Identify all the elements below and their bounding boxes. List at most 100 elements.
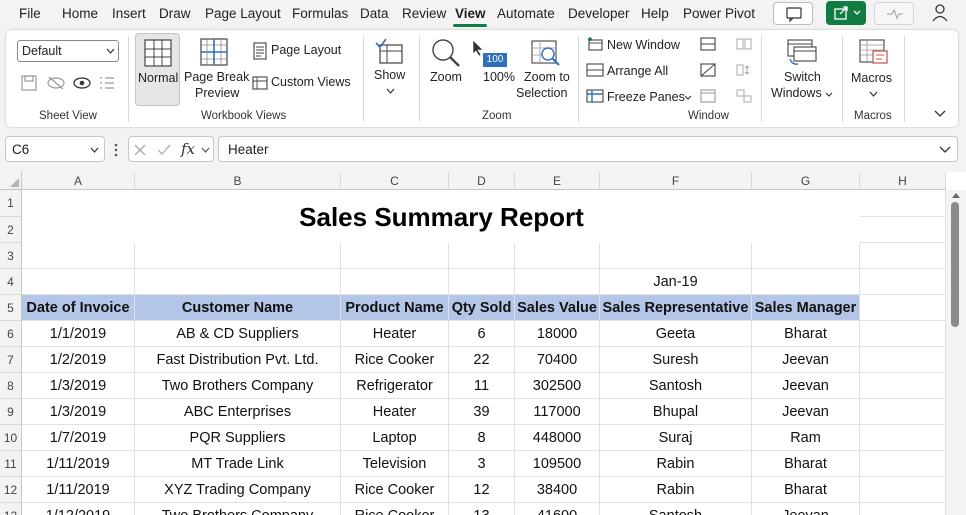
row-header-10[interactable]: 10 bbox=[0, 425, 22, 451]
data-cell[interactable]: Jeevan bbox=[752, 503, 860, 515]
data-cell[interactable]: 1/3/2019 bbox=[22, 399, 135, 425]
data-cell[interactable]: 1/2/2019 bbox=[22, 347, 135, 373]
data-cell[interactable]: MT Trade Link bbox=[135, 451, 341, 477]
tab-developer[interactable]: Developer bbox=[568, 6, 630, 21]
report-title[interactable]: Sales Summary Report bbox=[22, 191, 861, 243]
data-cell[interactable]: Geeta bbox=[600, 321, 752, 347]
data-cell[interactable]: Rabin bbox=[600, 451, 752, 477]
zoom-to-selection-button[interactable]: Zoom to Selection bbox=[514, 33, 574, 106]
cell[interactable] bbox=[860, 373, 946, 399]
data-cell[interactable]: 8 bbox=[449, 425, 515, 451]
sheet-view-select[interactable]: Default bbox=[17, 40, 119, 62]
data-cell[interactable]: 38400 bbox=[515, 477, 600, 503]
row-header-3[interactable]: 3 bbox=[0, 243, 22, 269]
data-cell[interactable]: Jeevan bbox=[752, 399, 860, 425]
cell[interactable] bbox=[752, 269, 860, 295]
data-cell[interactable]: Suraj bbox=[600, 425, 752, 451]
data-cell[interactable]: 13 bbox=[449, 503, 515, 515]
data-cell[interactable]: ABC Enterprises bbox=[135, 399, 341, 425]
switch-windows-button[interactable]: Switch Windows bbox=[766, 33, 836, 106]
column-header-g[interactable]: G bbox=[752, 172, 860, 190]
data-cell[interactable]: Santosh bbox=[600, 373, 752, 399]
column-header-e[interactable]: E bbox=[515, 172, 600, 190]
cell[interactable] bbox=[22, 269, 135, 295]
tab-view[interactable]: View bbox=[455, 6, 486, 21]
collapse-ribbon-icon[interactable] bbox=[934, 110, 946, 118]
share-button[interactable] bbox=[826, 1, 866, 25]
column-header-f[interactable]: F bbox=[600, 172, 752, 190]
data-cell[interactable]: AB & CD Suppliers bbox=[135, 321, 341, 347]
data-cell[interactable]: 1/12/2019 bbox=[22, 503, 135, 515]
data-cell[interactable]: Rice Cooker bbox=[341, 503, 449, 515]
worksheet-grid[interactable]: ABCDEFGH 12345678910111213 Jan-19Date of… bbox=[0, 172, 966, 515]
split-icon[interactable] bbox=[700, 37, 716, 51]
normal-view-button[interactable]: Normal bbox=[135, 33, 180, 106]
row-header-5[interactable]: 5 bbox=[0, 295, 22, 321]
data-cell[interactable]: Two Brothers Company bbox=[135, 503, 341, 515]
data-cell[interactable]: PQR Suppliers bbox=[135, 425, 341, 451]
data-cell[interactable]: 302500 bbox=[515, 373, 600, 399]
tab-insert[interactable]: Insert bbox=[112, 6, 146, 21]
cell[interactable] bbox=[135, 269, 341, 295]
reset-window-position-icon[interactable] bbox=[736, 89, 752, 103]
arrange-all-button[interactable]: Arrange All bbox=[586, 61, 690, 81]
row-header-11[interactable]: 11 bbox=[0, 451, 22, 477]
data-cell[interactable]: Bhupal bbox=[600, 399, 752, 425]
name-box[interactable]: C6 bbox=[5, 136, 105, 162]
tab-page-layout[interactable]: Page Layout bbox=[205, 6, 281, 21]
data-cell[interactable]: 1/1/2019 bbox=[22, 321, 135, 347]
tab-review[interactable]: Review bbox=[402, 6, 446, 21]
cell[interactable] bbox=[860, 243, 946, 269]
data-cell[interactable]: Bharat bbox=[752, 477, 860, 503]
row-header-1[interactable]: 1 bbox=[0, 190, 22, 217]
data-cell[interactable]: 448000 bbox=[515, 425, 600, 451]
data-cell[interactable]: Rice Cooker bbox=[341, 347, 449, 373]
cell[interactable] bbox=[135, 243, 341, 269]
custom-views-button[interactable]: Custom Views bbox=[250, 72, 354, 94]
month-cell[interactable]: Jan-19 bbox=[600, 269, 752, 295]
column-title-cell[interactable]: Qty Sold bbox=[449, 295, 515, 321]
vertical-scrollbar[interactable] bbox=[946, 190, 966, 515]
column-header-a[interactable]: A bbox=[22, 172, 135, 190]
column-title-cell[interactable]: Date of Invoice bbox=[22, 295, 135, 321]
data-cell[interactable]: 11 bbox=[449, 373, 515, 399]
tab-file[interactable]: File bbox=[19, 6, 41, 21]
data-cell[interactable]: XYZ Trading Company bbox=[135, 477, 341, 503]
row-header-6[interactable]: 6 bbox=[0, 321, 22, 347]
data-cell[interactable]: 1/11/2019 bbox=[22, 451, 135, 477]
data-cell[interactable]: 12 bbox=[449, 477, 515, 503]
cell[interactable] bbox=[341, 269, 449, 295]
data-cell[interactable]: Bharat bbox=[752, 321, 860, 347]
row-header-9[interactable]: 9 bbox=[0, 399, 22, 425]
row-header-12[interactable]: 12 bbox=[0, 477, 22, 503]
enter-check-icon[interactable] bbox=[156, 143, 172, 157]
options-list-icon[interactable] bbox=[98, 74, 116, 92]
formula-input[interactable]: Heater bbox=[218, 136, 958, 162]
person-icon[interactable] bbox=[930, 3, 952, 23]
cell[interactable] bbox=[860, 399, 946, 425]
data-cell[interactable]: Heater bbox=[341, 399, 449, 425]
comments-button[interactable] bbox=[773, 2, 813, 25]
column-title-cell[interactable]: Sales Manager bbox=[752, 295, 860, 321]
activity-button[interactable] bbox=[874, 2, 914, 25]
cell[interactable] bbox=[22, 243, 135, 269]
data-cell[interactable]: Bharat bbox=[752, 451, 860, 477]
data-cell[interactable]: Rabin bbox=[600, 477, 752, 503]
hide-window-icon[interactable] bbox=[700, 63, 716, 77]
macros-button[interactable]: Macros bbox=[849, 33, 897, 106]
row-header-2[interactable]: 2 bbox=[0, 217, 22, 243]
column-title-cell[interactable]: Product Name bbox=[341, 295, 449, 321]
data-cell[interactable]: Television bbox=[341, 451, 449, 477]
tab-power-pivot[interactable]: Power Pivot bbox=[683, 6, 755, 21]
tab-formulas[interactable]: Formulas bbox=[292, 6, 348, 21]
synchronous-scrolling-icon[interactable] bbox=[736, 63, 752, 77]
expand-formula-bar-icon[interactable] bbox=[939, 146, 951, 154]
page-layout-button[interactable]: Page Layout bbox=[250, 40, 354, 62]
cell[interactable] bbox=[752, 243, 860, 269]
data-cell[interactable]: Jeevan bbox=[752, 347, 860, 373]
new-view-icon[interactable] bbox=[72, 74, 92, 92]
cell[interactable] bbox=[515, 269, 600, 295]
data-cell[interactable]: 39 bbox=[449, 399, 515, 425]
column-header-b[interactable]: B bbox=[135, 172, 341, 190]
data-cell[interactable]: 1/7/2019 bbox=[22, 425, 135, 451]
